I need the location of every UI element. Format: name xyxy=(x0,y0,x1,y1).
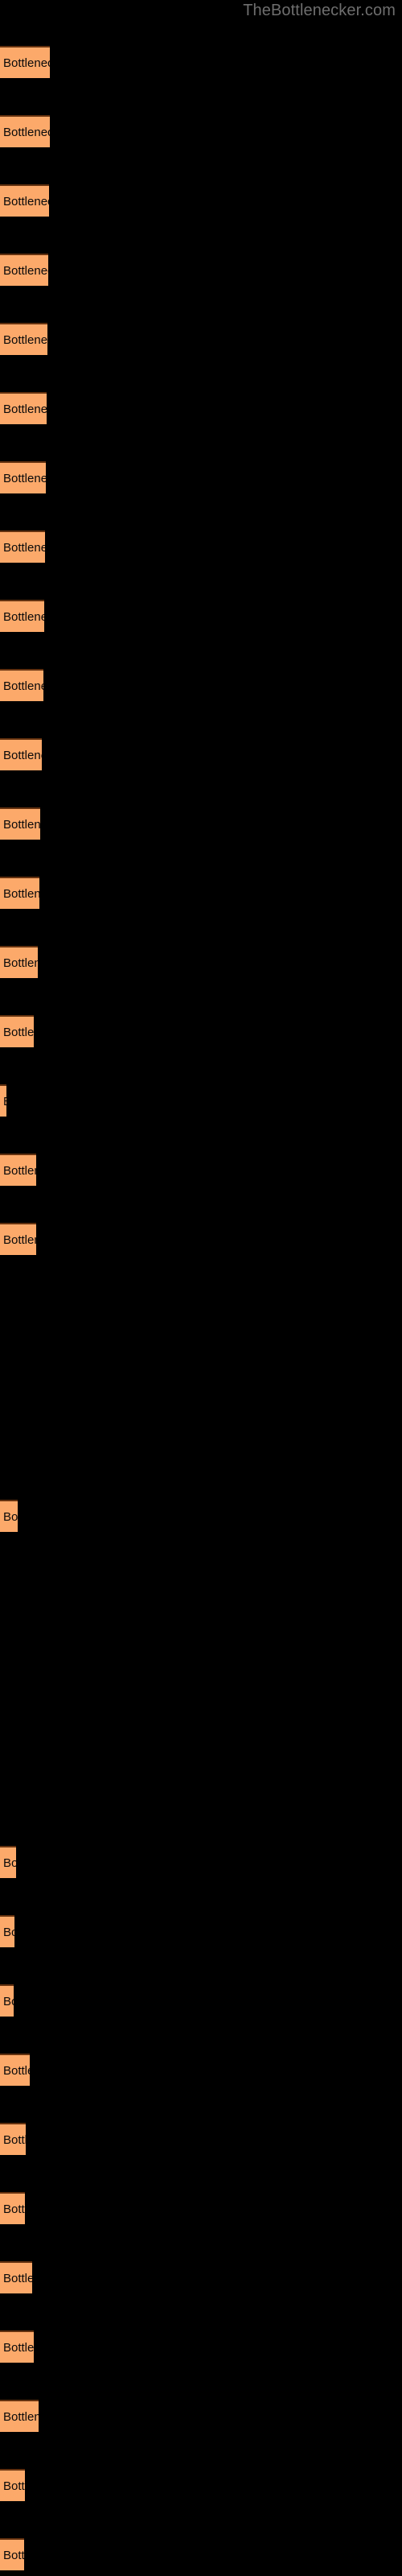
bar-row: Bottleneck result xyxy=(0,1500,402,1532)
bar-label: Bottleneck result xyxy=(3,1510,18,1524)
bar-label: Bottleneck result xyxy=(3,195,49,208)
bar-row: Bottleneck result xyxy=(0,184,402,217)
bar[interactable]: Bottleneck result xyxy=(0,1846,16,1878)
bar-row: Bottleneck result xyxy=(0,1984,402,2017)
bar[interactable]: Bottleneck result xyxy=(0,530,45,563)
bar-row: Bottleneck result xyxy=(0,669,402,701)
bar-label: Bottleneck result xyxy=(3,402,47,416)
bar[interactable]: Bottleneck result xyxy=(0,184,49,217)
bar[interactable]: Bottleneck result xyxy=(0,254,48,286)
bar-row xyxy=(0,1777,402,1809)
bar-label: Bottleneck result xyxy=(3,1995,14,2008)
bar-row: Bottleneck result xyxy=(0,254,402,286)
bar[interactable]: Bottleneck result xyxy=(0,807,40,840)
bar-row: Bottleneck result xyxy=(0,1223,402,1255)
bar-row: Bottleneck result xyxy=(0,115,402,147)
bar-chart-plot-area: Bottleneck result Bottleneck result Bottle… xyxy=(0,0,402,2576)
bar-label: Bottleneck result xyxy=(3,1086,6,1117)
bar-row: Bottleneck result xyxy=(0,2330,402,2363)
bar-label: Bottleneck result xyxy=(3,264,48,278)
bar-row: Bottleneck result xyxy=(0,46,402,78)
bar-row: Bottleneck result xyxy=(0,1015,402,1047)
bar[interactable]: Bottleneck result xyxy=(0,1500,18,1532)
bar-label: Bottleneck result xyxy=(3,2272,32,2285)
bar-label: Bottleneck result xyxy=(3,887,39,901)
bar-row: Bottleneck result xyxy=(0,600,402,632)
bar[interactable]: Bottleneck result xyxy=(0,946,38,978)
bar-row: Bottleneck result xyxy=(0,1154,402,1186)
bar[interactable]: Bottleneck result xyxy=(0,2469,25,2501)
bar-row: Bottleneck result xyxy=(0,2538,402,2570)
bar-row xyxy=(0,1638,402,1670)
bar[interactable]: Bottleneck result xyxy=(0,1915,14,1947)
bar[interactable]: Bottleneck result xyxy=(0,1154,36,1186)
bar-label: Bottleneck result xyxy=(3,1926,14,1939)
bar-row: Bottleneck result xyxy=(0,530,402,563)
bar-row: Bottleneck result xyxy=(0,461,402,493)
bar-label: Bottleneck result xyxy=(3,126,50,139)
bar-label: Bottleneck result xyxy=(3,610,44,624)
bar-row xyxy=(0,1430,402,1463)
bar-label: Bottleneck result xyxy=(3,2341,34,2355)
bar-row: Bottleneck result xyxy=(0,323,402,355)
bar-label: Bottleneck result xyxy=(3,1164,36,1178)
bar[interactable]: Bottleneck result xyxy=(0,115,50,147)
bar-row: Bottleneck result xyxy=(0,2400,402,2432)
bar-row xyxy=(0,1361,402,1393)
bar-row: Bottleneck result xyxy=(0,877,402,909)
bar[interactable]: Bottleneck result xyxy=(0,600,44,632)
bar-label: Bottleneck result xyxy=(3,2133,26,2147)
bar-row xyxy=(0,1569,402,1601)
bar-label: Bottleneck result xyxy=(3,2202,25,2216)
bar[interactable]: Bottleneck result xyxy=(0,1084,6,1117)
bar[interactable]: Bottleneck result xyxy=(0,2054,30,2086)
bar[interactable]: Bottleneck result xyxy=(0,2261,32,2293)
bar-label: Bottleneck result xyxy=(3,1026,34,1039)
bar[interactable]: Bottleneck result xyxy=(0,2538,24,2570)
bar-label: Bottleneck result xyxy=(3,2064,30,2078)
bar-label: Bottleneck result xyxy=(3,2549,24,2562)
bar[interactable]: Bottleneck result xyxy=(0,2123,26,2155)
bar-row: Bottleneck result xyxy=(0,2192,402,2224)
bar[interactable]: Bottleneck result xyxy=(0,1223,36,1255)
bar[interactable]: Bottleneck result xyxy=(0,2400,39,2432)
bar-label: Bottleneck result xyxy=(3,1233,36,1247)
bar-label: Bottleneck result xyxy=(3,2410,39,2424)
bar[interactable]: Bottleneck result xyxy=(0,323,47,355)
bar-row: Bottleneck result xyxy=(0,738,402,770)
bar-label: Bottleneck result xyxy=(3,749,42,762)
bar-row xyxy=(0,1707,402,1740)
bar-row: Bottleneck result xyxy=(0,392,402,424)
bar[interactable]: Bottleneck result xyxy=(0,669,43,701)
bar-label: Bottleneck result xyxy=(3,956,38,970)
bar-row: Bottleneck result xyxy=(0,1846,402,1878)
bar[interactable]: Bottleneck result xyxy=(0,1984,14,2017)
bar-row: Bottleneck result xyxy=(0,1915,402,1947)
bar-row: Bottleneck result xyxy=(0,946,402,978)
bar-row: Bottleneck result xyxy=(0,2469,402,2501)
bar-row: Bottleneck result xyxy=(0,807,402,840)
bar[interactable]: Bottleneck result xyxy=(0,2330,34,2363)
bar-row: Bottleneck result xyxy=(0,1084,402,1117)
bar-row: Bottleneck result xyxy=(0,2123,402,2155)
bar-row: Bottleneck result xyxy=(0,2261,402,2293)
bar-row: Bottleneck result xyxy=(0,2054,402,2086)
bar[interactable]: Bottleneck result xyxy=(0,2192,25,2224)
bar[interactable]: Bottleneck result xyxy=(0,738,42,770)
bar-label: Bottleneck result xyxy=(3,679,43,693)
bar-label: Bottleneck result xyxy=(3,333,47,347)
bar-label: Bottleneck result xyxy=(3,472,46,485)
bar-label: Bottleneck result xyxy=(3,1856,16,1870)
bar[interactable]: Bottleneck result xyxy=(0,877,39,909)
chart-container: TheBottlenecker.com Bottleneck resultBot… xyxy=(0,0,402,2576)
bar[interactable]: Bottleneck result xyxy=(0,461,46,493)
bar[interactable]: Bottleneck result xyxy=(0,392,47,424)
bar[interactable]: Bottleneck result xyxy=(0,46,50,78)
bar-row xyxy=(0,1292,402,1324)
bar-label: Bottleneck result xyxy=(3,56,50,70)
bar-label: Bottleneck result xyxy=(3,818,40,832)
bar[interactable]: Bottleneck result xyxy=(0,1015,34,1047)
bar-label: Bottleneck result xyxy=(3,2479,25,2493)
bar-label: Bottleneck result xyxy=(3,541,45,555)
